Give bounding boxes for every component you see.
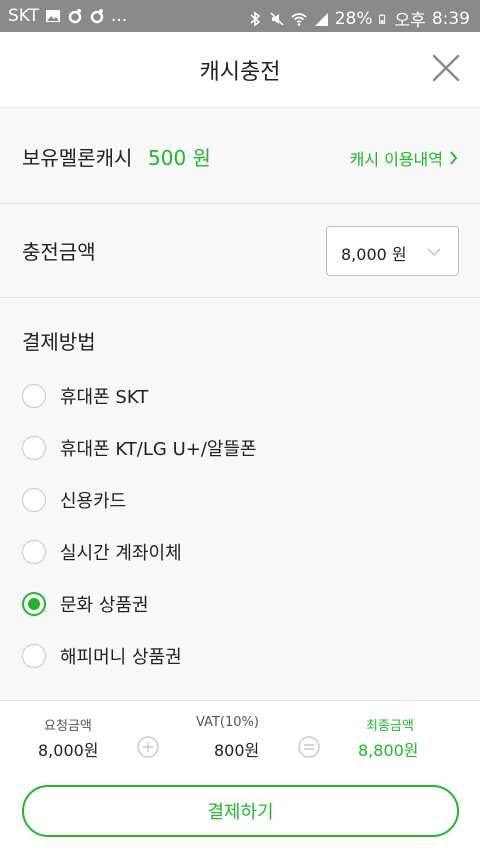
request-amount-value: 8,000원 <box>38 741 99 760</box>
payment-option-label: 휴대폰 SKT <box>60 387 149 408</box>
payment-option-skt[interactable]: 휴대폰 SKT <box>22 381 442 411</box>
vat-label: VAT(10%) <box>196 715 259 730</box>
radio-button[interactable] <box>22 540 46 564</box>
app-icon-2 <box>90 9 104 24</box>
payment-option-bank-transfer[interactable]: 실시간 계좌이체 <box>22 537 442 567</box>
payment-option-label: 문화 상품권 <box>60 595 149 616</box>
equals-icon <box>298 736 320 758</box>
price-summary: 요청금액 8,000원 VAT(10%) 800원 최종금액 8,800원 결제… <box>0 700 480 853</box>
wifi-icon <box>291 12 307 26</box>
mute-icon <box>270 11 284 26</box>
signal-icon <box>314 12 328 26</box>
battery-percent: 28% <box>334 8 373 29</box>
final-amount-label: 최종금액 <box>366 719 414 734</box>
payment-option-kt-lg[interactable]: 휴대폰 KT/LG U+/알뜰폰 <box>22 433 442 463</box>
payment-method-heading: 결제방법 <box>22 330 96 354</box>
payment-option-culture-voucher[interactable]: 문화 상품권 <box>22 589 442 619</box>
radio-button-selected[interactable] <box>22 592 46 616</box>
page-header: 캐시충전 <box>0 32 480 108</box>
request-amount-label: 요청금액 <box>44 719 92 734</box>
charge-amount-label: 충전금액 <box>22 240 96 264</box>
cash-history-link[interactable]: 캐시 이용내역 <box>350 146 458 170</box>
balance-amount: 500 원 <box>148 146 211 170</box>
app-icon <box>68 9 82 24</box>
close-icon[interactable] <box>430 52 462 84</box>
clock-ampm: 오후 <box>394 11 426 31</box>
status-bar-right: 28% 오후 8:39 <box>247 6 470 31</box>
radio-button[interactable] <box>22 384 46 408</box>
balance-row: 보유멜론캐시 500 원 캐시 이용내역 <box>0 108 480 204</box>
carrier-label: SKT <box>8 6 40 26</box>
radio-button[interactable] <box>22 488 46 512</box>
charge-amount-value: 8,000 원 <box>341 245 407 264</box>
bluetooth-icon <box>250 10 261 27</box>
final-amount-value: 8,800원 <box>358 741 419 760</box>
chevron-right-icon <box>450 151 458 165</box>
charge-amount-row: 충전금액 8,000 원 <box>0 204 480 298</box>
gallery-icon <box>46 10 61 22</box>
page-title: 캐시충전 <box>199 60 281 85</box>
clock-time: 8:39 <box>431 8 470 29</box>
balance-label: 보유멜론캐시 <box>22 146 133 170</box>
payment-option-label: 신용카드 <box>60 491 127 512</box>
payment-option-label: 휴대폰 KT/LG U+/알뜰폰 <box>60 439 257 460</box>
payment-option-credit-card[interactable]: 신용카드 <box>22 485 442 515</box>
payment-method-section: 결제방법 휴대폰 SKT 휴대폰 KT/LG U+/알뜰폰 신용카드 실시간 계… <box>0 298 480 700</box>
payment-option-label: 해피머니 상품권 <box>60 647 182 668</box>
status-bar-left: SKT ... <box>8 6 127 26</box>
pay-button[interactable]: 결제하기 <box>22 785 459 837</box>
payment-option-label: 실시간 계좌이체 <box>60 543 182 564</box>
cash-history-label: 캐시 이용내역 <box>349 150 443 169</box>
battery-icon <box>378 13 385 24</box>
plus-icon <box>137 736 159 758</box>
radio-button[interactable] <box>22 436 46 460</box>
more-notifications: ... <box>111 6 128 26</box>
vat-value: 800원 <box>214 741 260 760</box>
charge-amount-select[interactable]: 8,000 원 <box>326 226 459 276</box>
status-bar: SKT ... 28% 오후 8:39 <box>0 0 480 32</box>
chevron-down-icon <box>427 248 441 257</box>
radio-button[interactable] <box>22 644 46 668</box>
payment-option-happymoney-voucher[interactable]: 해피머니 상품권 <box>22 641 442 671</box>
